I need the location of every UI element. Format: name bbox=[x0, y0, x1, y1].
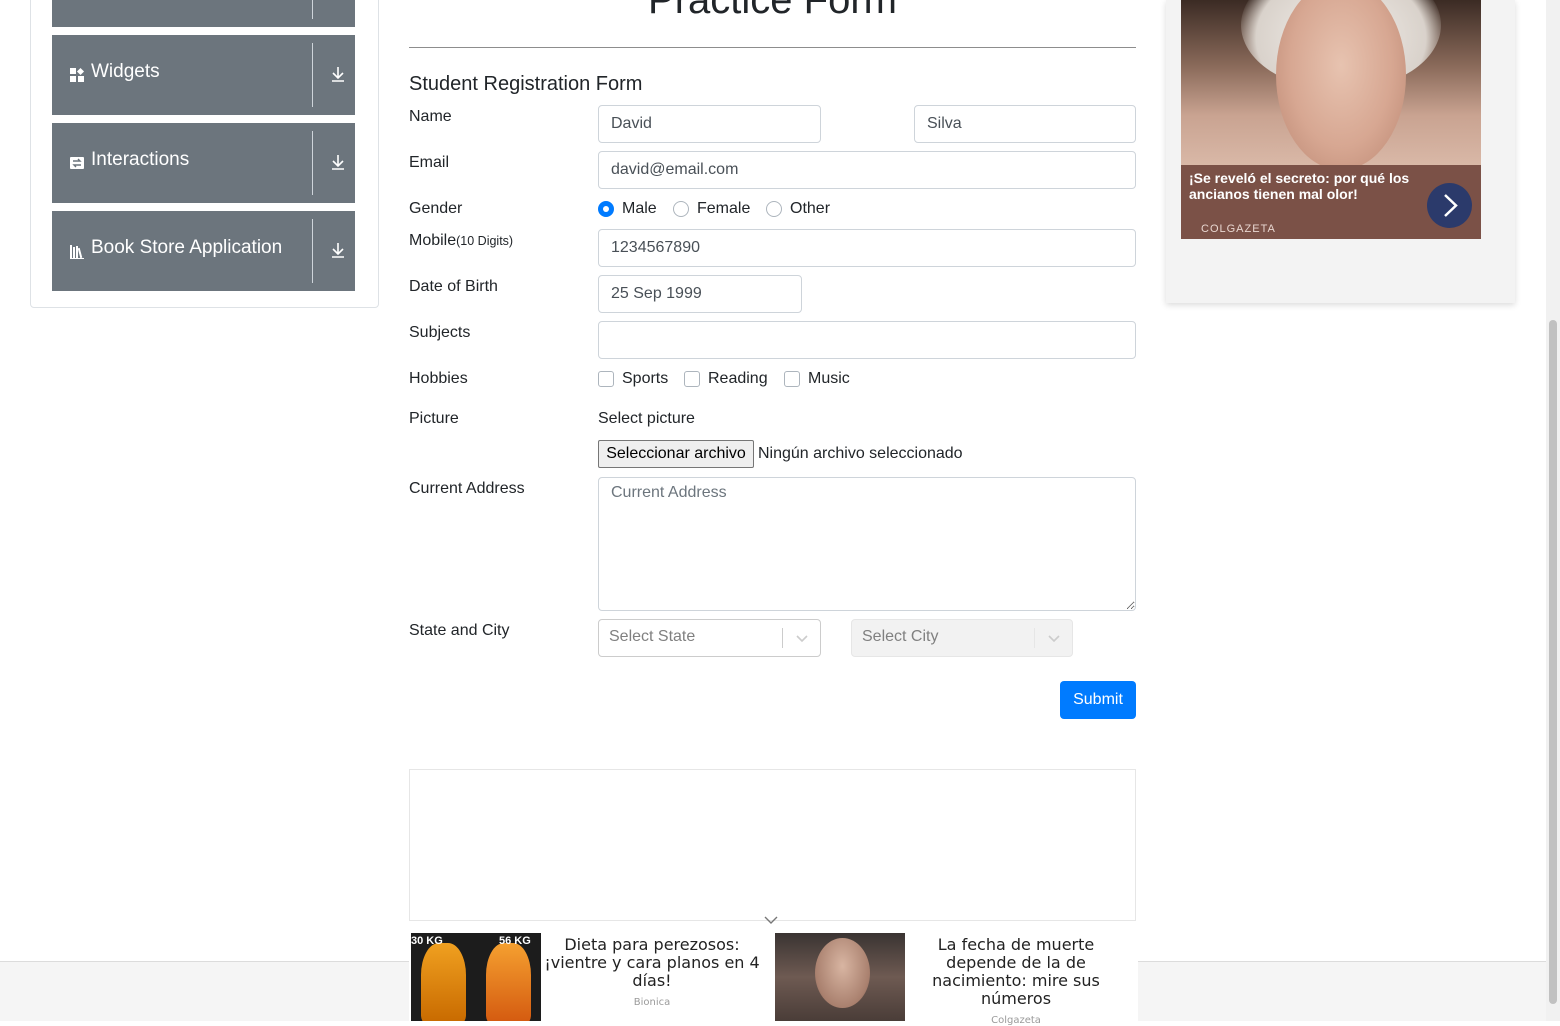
title-divider bbox=[409, 47, 1136, 48]
state-placeholder: Select State bbox=[609, 628, 696, 645]
hobby-sports-checkbox[interactable] bbox=[598, 371, 614, 387]
mobile-label-text: Mobile bbox=[409, 232, 457, 249]
ad-figure-left bbox=[421, 943, 466, 1021]
scrollbar-thumb[interactable] bbox=[1549, 320, 1557, 1004]
ad-thumbnail[interactable] bbox=[775, 933, 905, 1021]
hobby-reading-checkbox[interactable] bbox=[684, 371, 700, 387]
state-select[interactable]: Select State bbox=[598, 619, 821, 657]
chevron-down-icon bbox=[1048, 635, 1060, 643]
sidebar-group-widgets[interactable]: Widgets bbox=[52, 35, 355, 115]
side-ad-image[interactable] bbox=[1181, 0, 1481, 165]
mobile-label: Mobile(10 Digits) bbox=[409, 232, 513, 250]
sidebar-group-separator bbox=[312, 219, 313, 283]
ad-thumb-label-right: 56 KG bbox=[499, 935, 531, 947]
city-placeholder: Select City bbox=[862, 628, 939, 645]
ad-thumbnail[interactable]: 30 KG 56 KG bbox=[411, 933, 541, 1021]
gender-female-label[interactable]: Female bbox=[697, 200, 750, 218]
sidebar-group-separator bbox=[312, 0, 313, 19]
download-icon bbox=[332, 67, 344, 82]
ad-thumb-face bbox=[815, 938, 870, 1008]
page-title: Practice Form bbox=[648, 0, 897, 22]
hobbies-label: Hobbies bbox=[409, 370, 468, 387]
email-label: Email bbox=[409, 154, 450, 171]
download-icon bbox=[332, 243, 344, 258]
gender-label: Gender bbox=[409, 200, 463, 217]
hobby-sports-label[interactable]: Sports bbox=[622, 370, 668, 388]
ad-thumb-label-left: 30 KG bbox=[411, 935, 443, 947]
mobile-input[interactable] bbox=[598, 229, 1136, 267]
ad-figure-right bbox=[486, 943, 531, 1021]
bottom-ad-title[interactable]: Dieta para perezosos: ¡vientre y cara pl… bbox=[542, 936, 762, 990]
gender-male-radio[interactable] bbox=[598, 201, 614, 217]
submit-button[interactable]: Submit bbox=[1060, 681, 1136, 719]
sidebar-group-book-store[interactable]: Book Store Application bbox=[52, 211, 355, 291]
file-status-text: Ningún archivo seleccionado bbox=[758, 445, 963, 462]
dob-label: Date of Birth bbox=[409, 278, 498, 295]
book-store-icon bbox=[70, 245, 84, 259]
sidebar-group-separator bbox=[312, 43, 313, 107]
last-name-input[interactable] bbox=[914, 105, 1136, 143]
email-input[interactable] bbox=[598, 151, 1136, 189]
chevron-right-icon bbox=[1444, 194, 1458, 217]
current-address-textarea[interactable] bbox=[598, 477, 1136, 611]
sidebar-group-separator bbox=[312, 131, 313, 195]
gender-female-radio[interactable] bbox=[673, 201, 689, 217]
select-picture-text: Select picture bbox=[598, 410, 695, 427]
widgets-icon bbox=[70, 67, 85, 82]
side-ad-text: ¡Se reveló el secreto: por qué los ancia… bbox=[1189, 170, 1410, 202]
gender-other-radio[interactable] bbox=[766, 201, 782, 217]
state-city-label: State and City bbox=[409, 622, 510, 639]
bottom-ad-title[interactable]: La fecha de muerte depende de la de naci… bbox=[906, 936, 1126, 1008]
dob-input[interactable] bbox=[598, 275, 802, 313]
sidebar-group-elements[interactable] bbox=[52, 0, 355, 27]
bottom-ads: 30 KG 56 KG Dieta para perezosos: ¡vient… bbox=[409, 931, 1138, 1026]
bottom-ad-source: Bionica bbox=[633, 997, 671, 1008]
sidebar-group-label: Widgets bbox=[91, 61, 160, 82]
subjects-input[interactable] bbox=[598, 321, 1136, 359]
hobby-music-checkbox[interactable] bbox=[784, 371, 800, 387]
city-select[interactable]: Select City bbox=[851, 619, 1073, 657]
side-ad-next-button[interactable] bbox=[1427, 183, 1472, 228]
form-heading: Student Registration Form bbox=[409, 73, 643, 95]
sidebar-group-label: Interactions bbox=[91, 149, 190, 170]
name-label: Name bbox=[409, 108, 452, 125]
mobile-hint: (10 Digits) bbox=[456, 234, 514, 248]
sidebar-group-interactions[interactable]: Interactions bbox=[52, 123, 355, 203]
chevron-down-icon[interactable] bbox=[764, 915, 778, 925]
select-divider bbox=[1034, 628, 1035, 648]
hobby-music-label[interactable]: Music bbox=[808, 370, 850, 388]
chevron-down-icon bbox=[796, 635, 808, 643]
page-scrollbar[interactable] bbox=[1546, 0, 1560, 1021]
current-address-label: Current Address bbox=[409, 480, 525, 497]
ad-frame bbox=[409, 769, 1136, 921]
select-divider bbox=[782, 628, 783, 648]
first-name-input[interactable] bbox=[598, 105, 821, 143]
side-ad-caption[interactable]: ¡Se reveló el secreto: por qué los ancia… bbox=[1181, 165, 1481, 239]
gender-male-label[interactable]: Male bbox=[622, 200, 657, 218]
subjects-label: Subjects bbox=[409, 324, 471, 341]
ad-photo-face bbox=[1276, 0, 1406, 165]
sidebar-group-label: Book Store Application bbox=[91, 237, 283, 258]
gender-other-label[interactable]: Other bbox=[790, 200, 830, 218]
interactions-icon bbox=[70, 157, 84, 169]
download-icon bbox=[332, 155, 344, 170]
picture-label: Picture bbox=[409, 410, 459, 427]
side-ad-brand: COLGAZETA bbox=[1201, 223, 1276, 235]
hobby-reading-label[interactable]: Reading bbox=[708, 370, 768, 388]
choose-file-button[interactable]: Seleccionar archivo bbox=[598, 440, 754, 468]
